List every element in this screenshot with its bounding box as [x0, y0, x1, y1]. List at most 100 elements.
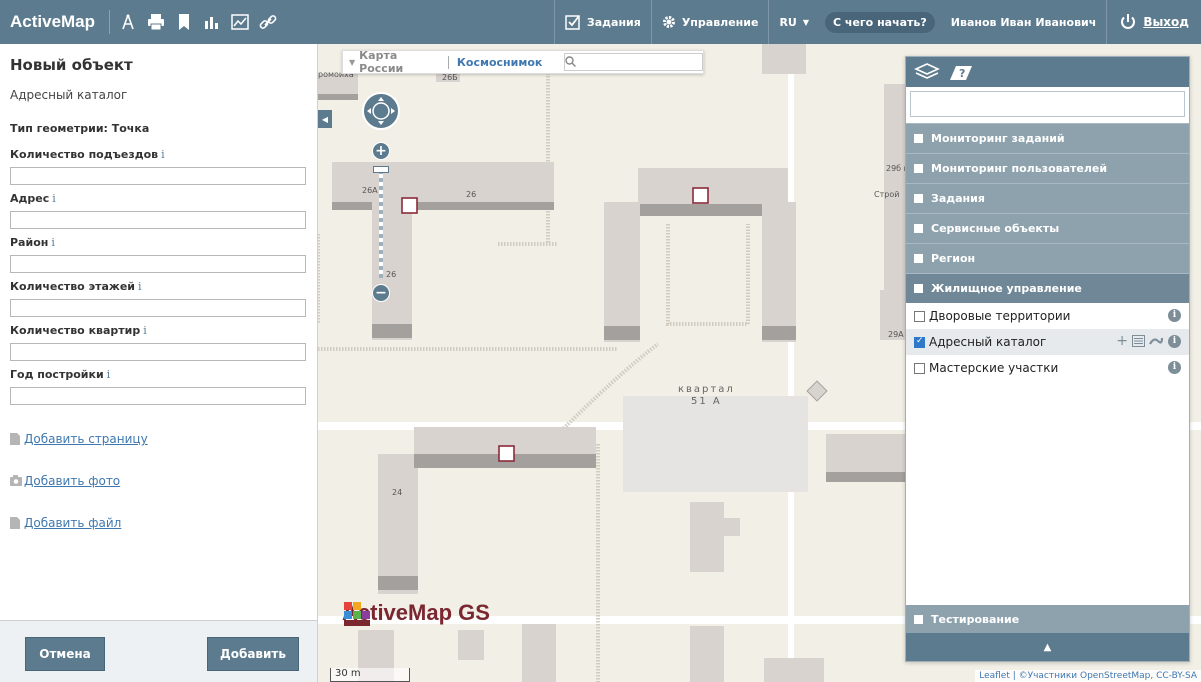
basemap-option-russia[interactable]: Карта России	[355, 49, 448, 75]
map-help-icon: ?	[950, 66, 972, 80]
file-icon	[10, 517, 20, 529]
layer-group-user-monitoring[interactable]: Мониторинг пользователей	[906, 153, 1189, 183]
layer-item-workshop-areas[interactable]: Мастерские участки i	[906, 355, 1189, 381]
basemap-option-satellite[interactable]: Космоснимок	[447, 55, 550, 69]
map-label: 26	[386, 270, 397, 279]
map-attribution[interactable]: Leaflet | ©Участники OpenStreetMap, CC-B…	[975, 670, 1201, 682]
add-file-label: Добавить файл	[24, 516, 122, 530]
line-chart-icon[interactable]	[226, 8, 254, 36]
top-bar-right: Задания Управление RU ▼ С чего начать? И…	[553, 0, 1201, 44]
info-icon[interactable]: i	[51, 236, 55, 249]
info-icon[interactable]: i	[143, 324, 147, 337]
group-checkbox[interactable]	[914, 194, 923, 203]
language-label: RU	[779, 15, 797, 29]
chevron-up-icon: ▲	[1043, 641, 1052, 653]
basemap-switcher: ▼ Карта России Космоснимок	[342, 49, 704, 75]
field-label: Адрес	[10, 192, 50, 205]
info-icon[interactable]: i	[1168, 335, 1181, 348]
entrances-input[interactable]	[10, 167, 306, 185]
field-build-year: Год постройки i	[10, 368, 306, 405]
manage-menu[interactable]: Управление	[650, 0, 769, 44]
field-label: Количество квартир	[10, 324, 141, 337]
field-label: Количество подъездов	[10, 148, 159, 161]
zoom-out-button[interactable]: −	[372, 284, 390, 302]
build-year-input[interactable]	[10, 387, 306, 405]
collapse-layers-button[interactable]: ▲	[906, 633, 1189, 661]
map-label: 26А	[362, 186, 378, 195]
new-object-panel: Новый объект Адресный каталог Тип геомет…	[0, 44, 318, 682]
district-input[interactable]	[10, 255, 306, 273]
table-icon[interactable]	[1132, 335, 1145, 347]
group-checkbox[interactable]	[914, 134, 923, 143]
language-select[interactable]: RU ▼	[768, 0, 819, 44]
map-search-input[interactable]	[564, 53, 703, 71]
layer-checkbox[interactable]	[914, 336, 925, 348]
layer-item-yards[interactable]: Дворовые территории i	[906, 303, 1189, 329]
field-label: Количество этажей	[10, 280, 136, 293]
compass-icon[interactable]	[114, 8, 142, 36]
info-icon[interactable]: i	[107, 368, 111, 381]
svg-text:?: ?	[959, 67, 965, 80]
help-button[interactable]: С чего начать?	[825, 11, 935, 33]
layer-group-testing[interactable]: Тестирование	[906, 605, 1189, 633]
cancel-button[interactable]: Отмена	[25, 637, 105, 671]
manage-label: Управление	[681, 15, 759, 29]
tasks-menu[interactable]: Задания	[553, 0, 651, 44]
map-label: 29А	[888, 330, 904, 339]
add-icon[interactable]: +	[1116, 333, 1128, 349]
bookmark-icon[interactable]	[170, 8, 198, 36]
group-checkbox[interactable]	[914, 614, 923, 624]
map-label: 24	[392, 488, 403, 497]
checkbox-icon	[565, 15, 580, 30]
map-label: 26	[466, 190, 477, 199]
group-checkbox[interactable]	[914, 254, 923, 263]
layer-group-task-monitoring[interactable]: Мониторинг заданий	[906, 123, 1189, 153]
link-icon[interactable]	[254, 8, 282, 36]
tasks-label: Задания	[586, 15, 641, 29]
chevron-down-icon[interactable]: ▼	[343, 58, 355, 67]
info-icon[interactable]: i	[138, 280, 142, 293]
layer-checkbox[interactable]	[914, 362, 925, 374]
floors-input[interactable]	[10, 299, 306, 317]
collapse-left-panel-button[interactable]: ◀	[318, 110, 332, 128]
field-apartments: Количество квартир i	[10, 324, 306, 361]
divider	[109, 10, 111, 34]
info-icon[interactable]: i	[52, 192, 56, 205]
zoom-slider-handle[interactable]	[373, 166, 389, 173]
info-icon[interactable]: i	[1168, 309, 1181, 322]
add-button[interactable]: Добавить	[207, 637, 299, 671]
layer-group-region[interactable]: Регион	[906, 243, 1189, 273]
add-page-link[interactable]: Добавить страницу	[10, 432, 148, 446]
camera-icon	[10, 475, 22, 486]
layer-group-service-objects[interactable]: Сервисные объекты	[906, 213, 1189, 243]
group-checkbox[interactable]	[914, 164, 923, 173]
add-photo-link[interactable]: Добавить фото	[10, 474, 121, 488]
layer-group-housing[interactable]: Жилищное управление	[906, 273, 1189, 303]
user-name[interactable]: Иванов Иван Иванович	[941, 16, 1107, 29]
add-photo-label: Добавить фото	[24, 474, 121, 488]
info-icon[interactable]: i	[161, 148, 165, 161]
route-icon[interactable]	[1149, 336, 1163, 346]
bar-chart-icon[interactable]	[198, 8, 226, 36]
address-input[interactable]	[10, 211, 306, 229]
search-icon	[565, 56, 577, 67]
logout-button[interactable]: Выход	[1106, 0, 1201, 44]
group-checkbox[interactable]	[914, 284, 923, 293]
tab-legend[interactable]: ?	[946, 61, 976, 83]
printer-icon[interactable]	[142, 8, 170, 36]
add-file-link[interactable]: Добавить файл	[10, 516, 122, 530]
zoom-in-button[interactable]: +	[372, 142, 390, 160]
pan-control[interactable]	[362, 92, 400, 130]
tab-layers[interactable]	[912, 61, 942, 83]
layer-search-input[interactable]	[910, 91, 1185, 117]
layer-item-address-catalog[interactable]: Адресный каталог + i	[906, 329, 1189, 355]
group-checkbox[interactable]	[914, 224, 923, 233]
layer-checkbox[interactable]	[914, 310, 925, 322]
field-address: Адрес i	[10, 192, 306, 229]
hand-icon	[367, 97, 395, 125]
layer-group-tasks[interactable]: Задания	[906, 183, 1189, 213]
apartments-input[interactable]	[10, 343, 306, 361]
brand-logo[interactable]: ActiveMap	[0, 12, 105, 32]
zoom-slider[interactable]	[379, 166, 383, 278]
info-icon[interactable]: i	[1168, 361, 1181, 374]
